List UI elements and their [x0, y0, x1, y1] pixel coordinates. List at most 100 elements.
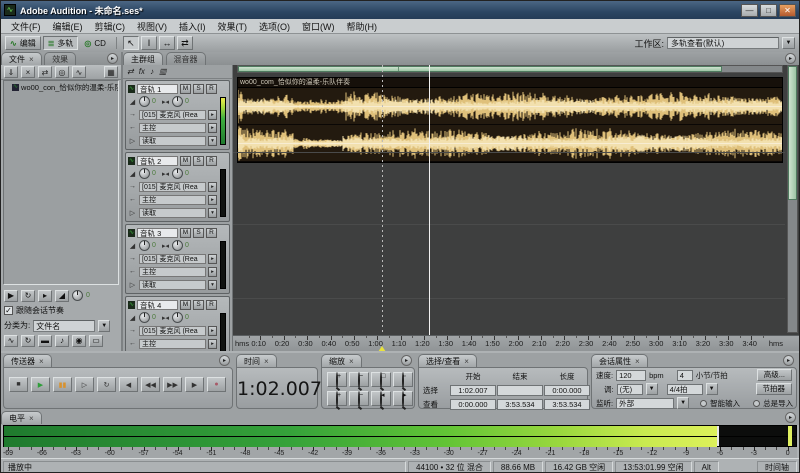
- track-name-field[interactable]: 音轨 3: [137, 227, 178, 238]
- mute-button[interactable]: M: [180, 83, 191, 94]
- workspace-select[interactable]: 多轨查看(默认): [667, 37, 779, 49]
- show-loop-files-button[interactable]: ↻: [21, 334, 35, 347]
- file-list-item[interactable]: ∿ wo00_con_恰似你的温柔-乐队: [4, 81, 118, 94]
- metronome-button[interactable]: 节拍器: [755, 383, 792, 395]
- automation-caret-icon[interactable]: ▾: [208, 207, 217, 218]
- track-input-select[interactable]: [015] 麦克风 (Rea: [139, 109, 206, 120]
- time-signature-select[interactable]: 4/4拍: [666, 383, 703, 395]
- import-file-icon[interactable]: ⇓: [4, 66, 18, 78]
- solo-button[interactable]: S: [193, 155, 204, 166]
- tab-mixer[interactable]: 混音器: [165, 52, 206, 65]
- preview-play-button[interactable]: ▸: [38, 289, 52, 302]
- loop-preview-button[interactable]: ↻: [21, 289, 35, 302]
- track-output-select[interactable]: 主控: [139, 338, 206, 349]
- track-sends-icon[interactable]: ♪: [150, 67, 154, 76]
- files-panel-menu-button[interactable]: ▸: [107, 53, 118, 64]
- go-to-beginning-button[interactable]: ◀: [119, 377, 138, 392]
- workspace-caret-icon[interactable]: ▼: [782, 37, 795, 49]
- selection-end-field[interactable]: [497, 385, 543, 396]
- edit-view-button[interactable]: ∿ 编辑: [5, 36, 41, 50]
- zoom-out-vertical-button[interactable]: −: [349, 391, 369, 408]
- close-file-icon[interactable]: ×: [21, 66, 35, 78]
- level-meter[interactable]: [3, 425, 797, 447]
- tab-close-icon[interactable]: ×: [39, 357, 44, 366]
- tab-time[interactable]: 时间 ×: [236, 354, 277, 367]
- tab-close-icon[interactable]: ×: [464, 357, 469, 366]
- tab-files[interactable]: 文件 ×: [1, 52, 42, 65]
- menu-clip[interactable]: 剪辑(C): [89, 19, 132, 34]
- track-input-select[interactable]: [015] 麦克风 (Rea: [139, 181, 206, 192]
- menu-file[interactable]: 文件(F): [5, 19, 47, 34]
- cd-view-button[interactable]: ◎ CD: [80, 36, 110, 50]
- stop-button[interactable]: ■: [9, 377, 28, 392]
- output-caret-icon[interactable]: ▸: [208, 266, 217, 277]
- volume-knob[interactable]: [139, 240, 150, 251]
- zoom-to-left-edge-button[interactable]: ◂: [371, 391, 391, 408]
- level-panel-menu-button[interactable]: ▸: [785, 412, 796, 423]
- track-name-field[interactable]: 音轨 4: [137, 299, 178, 310]
- zoom-to-right-edge-button[interactable]: ▸: [393, 391, 413, 408]
- show-markers-button[interactable]: ◉: [72, 334, 86, 347]
- menu-edit[interactable]: 编辑(E): [47, 19, 89, 34]
- track-name-field[interactable]: 音轨 2: [137, 155, 178, 166]
- solo-button[interactable]: S: [193, 227, 204, 238]
- preview-volume-button[interactable]: ◢: [55, 289, 69, 302]
- show-full-paths-button[interactable]: ▭: [89, 334, 103, 347]
- input-caret-icon[interactable]: ▸: [208, 253, 217, 264]
- pan-knob[interactable]: [172, 312, 183, 323]
- auto-play-button[interactable]: ▶: [4, 289, 18, 302]
- transport-panel-menu-button[interactable]: ▸: [219, 355, 230, 366]
- show-audio-files-button[interactable]: ∿: [4, 334, 18, 347]
- menu-insert[interactable]: 插入(I): [173, 19, 212, 34]
- group-panel-menu-button[interactable]: ▸: [785, 53, 796, 64]
- advanced-options-icon[interactable]: ▦: [104, 66, 118, 78]
- track-eq-icon[interactable]: ▥: [159, 67, 167, 76]
- view-end-field[interactable]: 3:53.534: [497, 399, 543, 410]
- zoom-in-vertical-button[interactable]: +: [327, 391, 347, 408]
- record-arm-button[interactable]: R: [206, 227, 217, 238]
- mute-button[interactable]: M: [180, 299, 191, 310]
- loop-play-button[interactable]: ↻: [97, 377, 116, 392]
- timeline-ruler[interactable]: hms hms 0:10 0:20 0:30 0:40 0:50 1:00 1:10 1:20…: [233, 335, 799, 351]
- show-midi-files-button[interactable]: ♪: [55, 334, 69, 347]
- beats-field[interactable]: 4: [676, 369, 693, 381]
- tab-close-icon[interactable]: ×: [264, 357, 269, 366]
- insert-into-multitrack-icon[interactable]: ⇄: [38, 66, 52, 78]
- smart-input-radio[interactable]: [700, 399, 708, 407]
- zoom-out-full-button[interactable]: □: [371, 372, 391, 389]
- multitrack-view-button[interactable]: ≣ 多轨: [42, 36, 79, 50]
- monitor-select[interactable]: 外部: [616, 397, 675, 409]
- record-arm-button[interactable]: R: [206, 155, 217, 166]
- horizontal-scrollbar[interactable]: [237, 65, 783, 73]
- volume-knob[interactable]: [139, 96, 150, 107]
- track-output-select[interactable]: 主控: [139, 266, 206, 277]
- go-to-end-button[interactable]: ▶: [185, 377, 204, 392]
- menu-effects[interactable]: 效果(T): [212, 19, 254, 34]
- vertical-scrollbar[interactable]: [787, 65, 798, 333]
- input-caret-icon[interactable]: ▸: [208, 109, 217, 120]
- vertical-scrollbar-thumb[interactable]: [788, 66, 797, 200]
- track-output-select[interactable]: 主控: [139, 122, 206, 133]
- record-arm-button[interactable]: R: [206, 83, 217, 94]
- record-arm-button[interactable]: R: [206, 299, 217, 310]
- output-caret-icon[interactable]: ▸: [208, 338, 217, 349]
- play-from-cursor-button[interactable]: ▷: [75, 377, 94, 392]
- follow-session-checkbox[interactable]: ✓: [4, 306, 13, 315]
- track-automation-select[interactable]: 读取: [139, 207, 206, 218]
- output-caret-icon[interactable]: ▸: [208, 194, 217, 205]
- key-caret-icon[interactable]: ▼: [645, 383, 658, 395]
- track-output-select[interactable]: 主控: [139, 194, 206, 205]
- tab-effects[interactable]: 效果: [44, 52, 77, 65]
- volume-knob[interactable]: [139, 168, 150, 179]
- volume-knob[interactable]: [139, 312, 150, 323]
- close-button[interactable]: ✕: [779, 3, 796, 17]
- tab-zoom[interactable]: 缩放 ×: [321, 354, 362, 367]
- tab-close-icon[interactable]: ×: [635, 357, 640, 366]
- track-name-field[interactable]: 音轨 1: [137, 83, 178, 94]
- view-start-field[interactable]: 0:00.000: [450, 399, 496, 410]
- zoom-to-selection-button[interactable]: ▫: [393, 372, 413, 389]
- tab-close-icon[interactable]: ×: [29, 55, 34, 64]
- insert-into-cd-icon[interactable]: ◎: [55, 66, 69, 78]
- menu-view[interactable]: 视图(V): [131, 19, 173, 34]
- monitor-caret-icon[interactable]: ▼: [677, 397, 690, 409]
